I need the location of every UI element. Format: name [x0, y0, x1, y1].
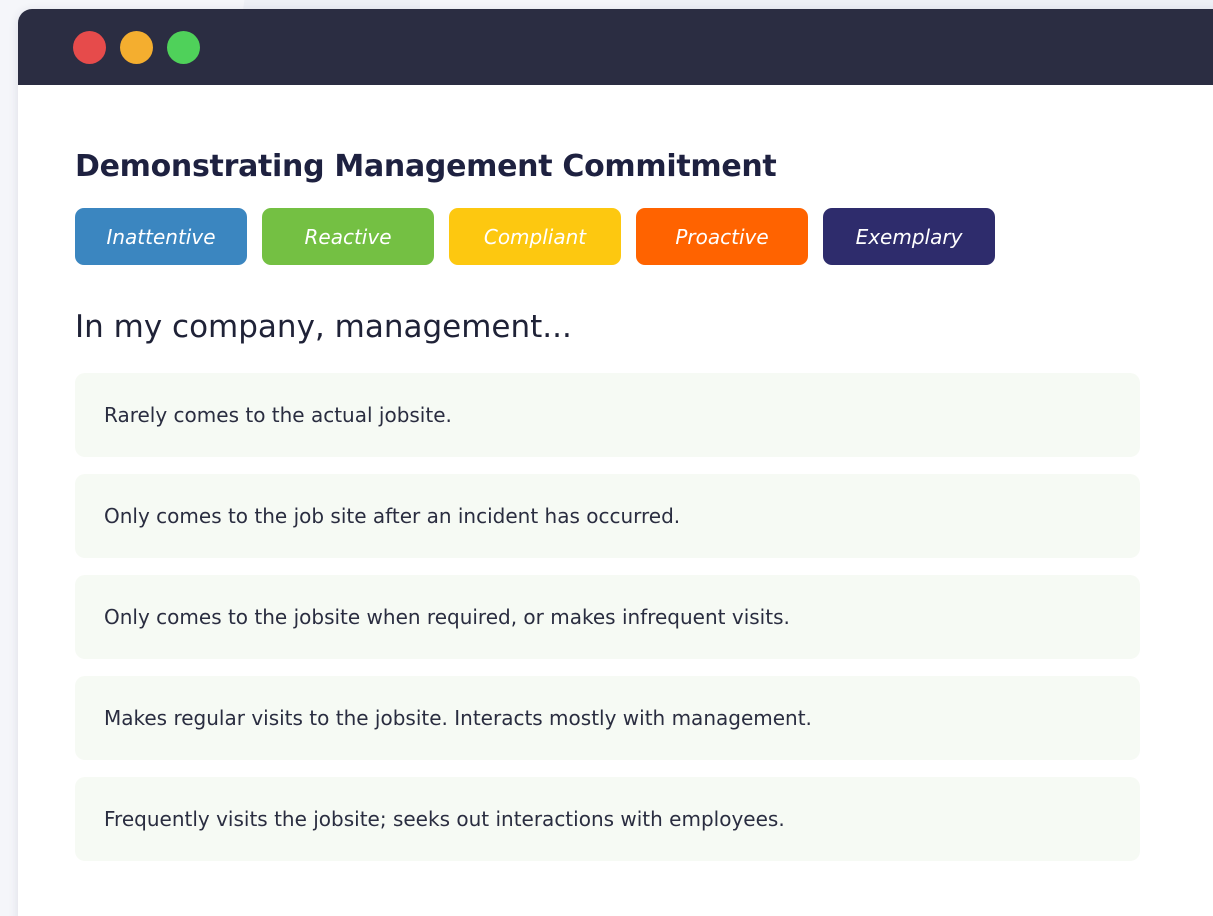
- level-proactive-button[interactable]: Proactive: [636, 208, 808, 265]
- answer-option-1[interactable]: Rarely comes to the actual jobsite.: [75, 373, 1140, 457]
- level-exemplary-button[interactable]: Exemplary: [823, 208, 995, 265]
- question-prompt: In my company, management...: [75, 309, 572, 345]
- app-window: Demonstrating Management Commitment Inat…: [18, 9, 1213, 916]
- minimize-window-button[interactable]: [120, 30, 153, 64]
- answer-option-4[interactable]: Makes regular visits to the jobsite. Int…: [75, 676, 1140, 760]
- level-reactive-button[interactable]: Reactive: [262, 208, 434, 265]
- answer-options: Rarely comes to the actual jobsite. Only…: [75, 373, 1140, 861]
- level-selector: Inattentive Reactive Compliant Proactive…: [75, 208, 1213, 265]
- page-title: Demonstrating Management Commitment: [75, 149, 777, 184]
- main-content: Demonstrating Management Commitment Inat…: [18, 147, 1213, 861]
- answer-option-3[interactable]: Only comes to the jobsite when required,…: [75, 575, 1140, 659]
- close-window-button[interactable]: [73, 30, 106, 64]
- answer-option-2[interactable]: Only comes to the job site after an inci…: [75, 474, 1140, 558]
- maximize-window-button[interactable]: [167, 30, 200, 64]
- answer-option-5[interactable]: Frequently visits the jobsite; seeks out…: [75, 777, 1140, 861]
- level-inattentive-button[interactable]: Inattentive: [75, 208, 247, 265]
- level-compliant-button[interactable]: Compliant: [449, 208, 621, 265]
- window-titlebar: [18, 9, 1213, 85]
